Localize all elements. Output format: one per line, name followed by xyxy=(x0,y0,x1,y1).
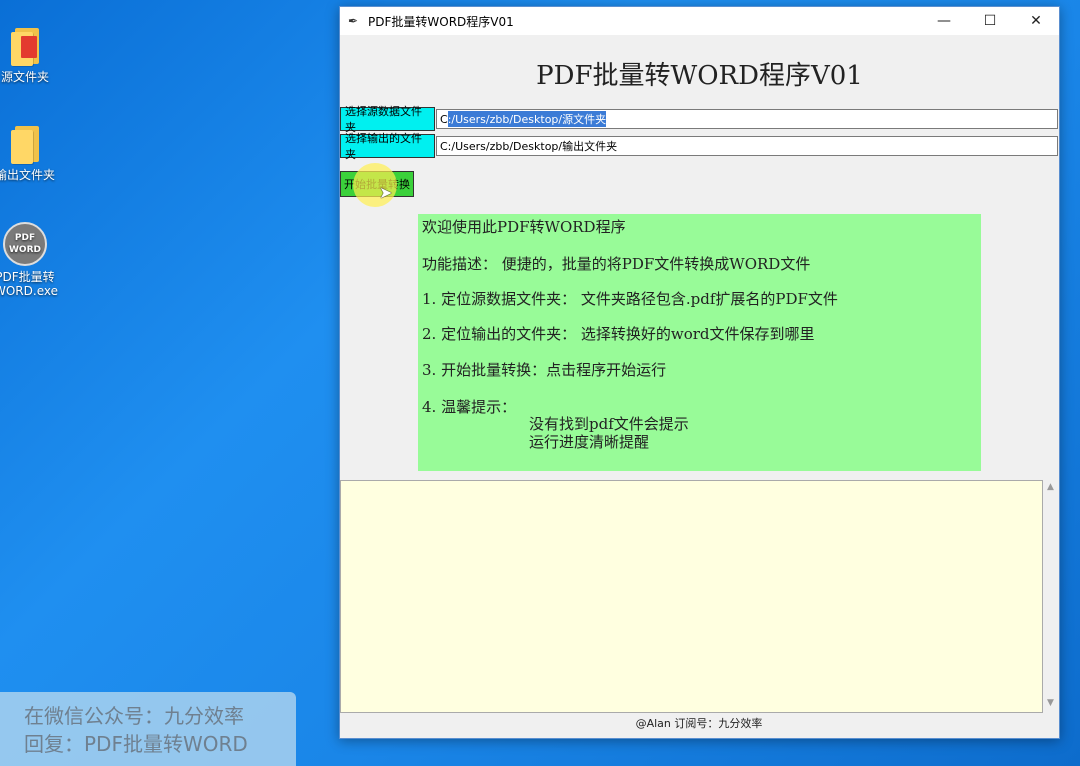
close-button[interactable]: ✕ xyxy=(1013,7,1059,35)
tip-2-text: 运行进度清晰提醒 xyxy=(529,433,650,451)
instructions-panel: 欢迎使用此PDF转WORD程序 功能描述： 便捷的，批量的将PDF文件转换成WO… xyxy=(418,214,981,471)
desktop-icon-source-folder[interactable]: 源文件夹 xyxy=(0,26,56,84)
step-1-text: 1. 定位源数据文件夹： 文件夹路径包含.pdf扩展名的PDF文件 xyxy=(422,290,838,308)
description-text: 功能描述： 便捷的，批量的将PDF文件转换成WORD文件 xyxy=(422,255,811,273)
minimize-button[interactable]: — xyxy=(921,7,967,35)
log-scrollbar[interactable]: ▲ ▼ xyxy=(1043,480,1058,713)
select-source-folder-button[interactable]: 选择源数据文件夹 xyxy=(340,105,435,134)
mouse-cursor-icon: ➤ xyxy=(379,183,393,202)
maximize-button[interactable]: ☐ xyxy=(967,7,1013,35)
desktop-icon-output-folder[interactable]: 输出文件夹 xyxy=(0,124,56,182)
app-heading: PDF批量转WORD程序V01 xyxy=(536,61,863,91)
watermark-line-1: 在微信公众号：九分效率 xyxy=(24,704,244,728)
welcome-text: 欢迎使用此PDF转WORD程序 xyxy=(422,218,626,236)
log-output-area[interactable] xyxy=(340,480,1043,713)
watermark-line-2: 回复：PDF批量转WORD xyxy=(24,732,248,756)
source-path-input[interactable]: C:/Users/zbb/Desktop/源文件夹 xyxy=(436,109,1058,129)
scroll-down-icon[interactable]: ▼ xyxy=(1043,698,1058,708)
pdf-word-app-icon: PDF WORD xyxy=(3,222,47,266)
app-window: ✒ PDF批量转WORD程序V01 — ☐ ✕ PDF批量转WORD程序V01 … xyxy=(339,6,1060,739)
desktop-icon-label: PDF批量转 WORD.exe xyxy=(0,270,58,298)
select-output-folder-button[interactable]: 选择输出的文件夹 xyxy=(340,132,435,161)
step-3-text: 3. 开始批量转换：点击程序开始运行 xyxy=(422,361,667,379)
window-title: PDF批量转WORD程序V01 xyxy=(368,14,514,29)
output-path-input[interactable]: C:/Users/zbb/Desktop/输出文件夹 xyxy=(436,136,1058,156)
title-bar: ✒ PDF批量转WORD程序V01 — ☐ ✕ xyxy=(340,7,1059,35)
desktop-icon-label: 源文件夹 xyxy=(0,70,49,84)
feather-icon: ✒ xyxy=(348,14,359,28)
desktop-icon-exe[interactable]: PDF WORD PDF批量转 WORD.exe xyxy=(0,222,58,298)
scroll-up-icon[interactable]: ▲ xyxy=(1043,482,1058,492)
step-4-text: 4. 温馨提示： xyxy=(422,398,517,416)
folder-icon xyxy=(11,26,39,66)
footer-credit: @Alan 订阅号：九分效率 xyxy=(635,717,763,730)
folder-icon xyxy=(11,124,39,164)
step-2-text: 2. 定位输出的文件夹： 选择转换好的word文件保存到哪里 xyxy=(422,325,815,343)
desktop-icon-label: 输出文件夹 xyxy=(0,168,55,182)
watermark-overlay: 在微信公众号：九分效率 回复：PDF批量转WORD xyxy=(0,692,296,766)
